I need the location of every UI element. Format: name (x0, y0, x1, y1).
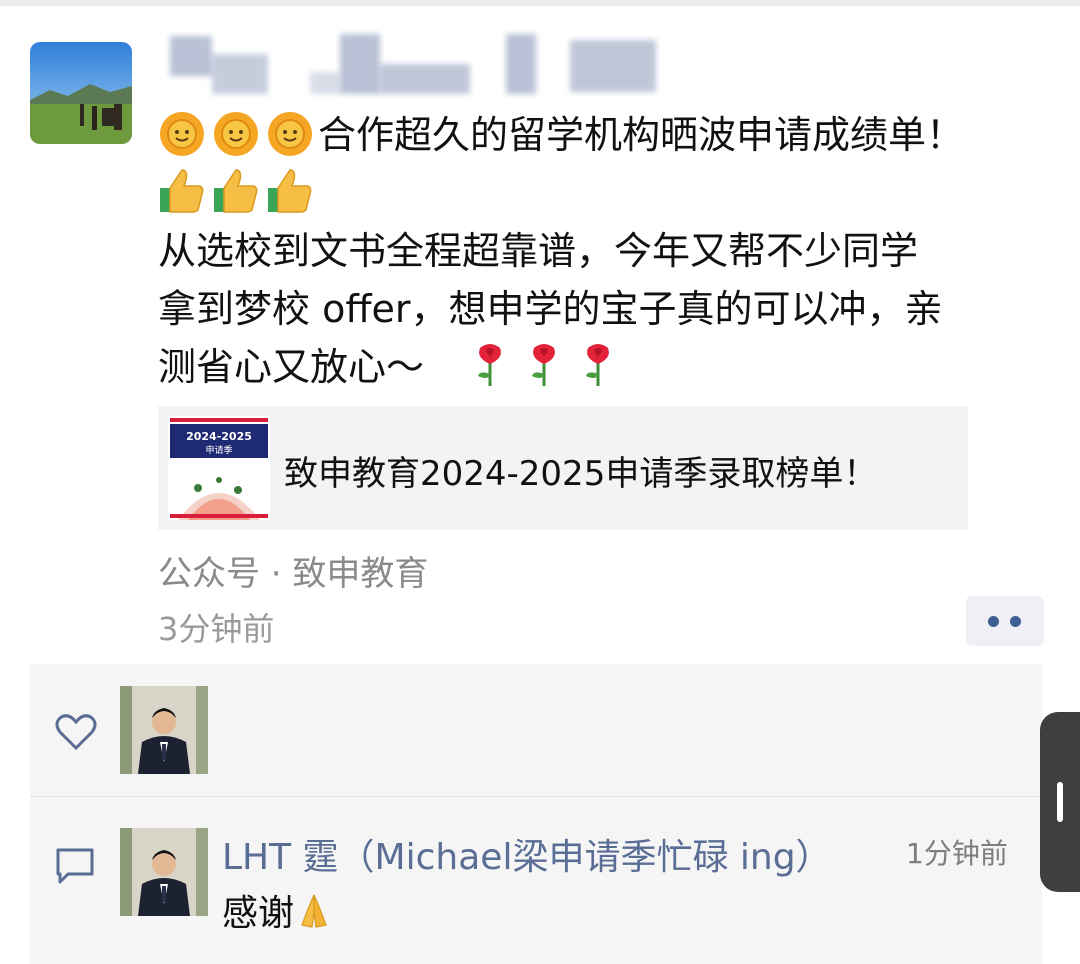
article-title: 致申教育2024-2025申请季录取榜单！ (284, 454, 878, 494)
thumbs-up-emoji-row (158, 166, 314, 214)
sun-emoji (268, 112, 312, 156)
thumbs-up-emoji (268, 169, 312, 213)
heart-icon (55, 714, 97, 751)
shared-article-card[interactable]: 2024-2025 申请季 致申教育2024-2025申请季录取榜单！ (158, 406, 968, 530)
rose-emoji (478, 344, 501, 386)
source-account-link[interactable]: 公众号 · 致申教育 (158, 546, 428, 595)
rose-emoji (532, 344, 555, 386)
sun-emoji-row (158, 110, 314, 158)
praying-hands-emoji (301, 894, 327, 928)
liker-avatar[interactable] (120, 686, 208, 774)
commenter-avatar[interactable] (120, 828, 208, 916)
top-divider (0, 0, 1080, 6)
comment-text[interactable]: 感谢 (222, 884, 334, 936)
thumb-title: 2024-2025 (186, 430, 252, 443)
commenter-name[interactable]: LHT 霆（Michael梁申请季忙碌 ing） (222, 828, 832, 880)
comment-icon (56, 848, 94, 884)
thumbs-up-emoji (160, 169, 204, 213)
thumb-subtitle: 申请季 (205, 444, 232, 456)
scroll-handle[interactable] (1040, 712, 1080, 892)
thumbs-up-emoji (214, 169, 258, 213)
rose-emoji-row (466, 340, 622, 388)
author-name-blurred[interactable] (160, 32, 700, 102)
article-thumbnail: 2024-2025 申请季 (168, 416, 270, 520)
post-text-line1: 合作超久的留学机构晒波申请成绩单！ (318, 113, 965, 157)
comment-body: 感谢 (222, 893, 295, 934)
post-text-line3: 从选校到文书全程超靠谱，今年又帮不少同学 (158, 229, 919, 273)
author-avatar[interactable] (30, 42, 132, 144)
sun-emoji (214, 112, 258, 156)
post-text-line4: 拿到梦校 offer，想申学的宝子真的可以冲，亲 (158, 287, 943, 331)
post-timestamp: 3分钟前 (158, 610, 275, 648)
panel-divider (30, 796, 1042, 797)
more-actions-button[interactable] (966, 596, 1044, 646)
post-text-line5: 测省心又放心～ (158, 345, 425, 389)
comment-timestamp: 1分钟前 (906, 837, 1008, 870)
sun-emoji (160, 112, 204, 156)
rose-emoji (586, 344, 609, 386)
